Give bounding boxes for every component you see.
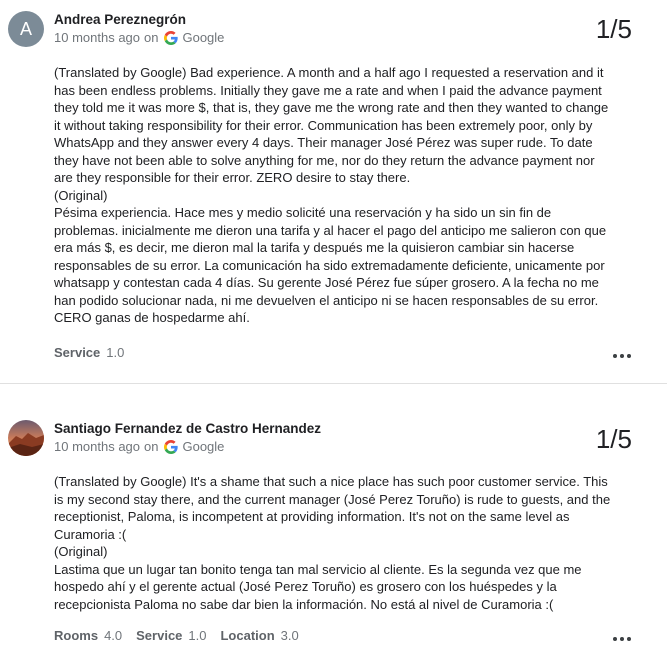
aspect-rooms: Rooms 4.0 xyxy=(54,628,122,643)
on-label: on xyxy=(144,439,159,454)
review-aspects: Rooms 4.0 Service 1.0 Location 3.0 xyxy=(54,628,299,643)
google-g-icon xyxy=(164,30,179,45)
review-rating: 1/5 xyxy=(595,424,632,454)
aspect-service: Service 1.0 xyxy=(136,628,206,643)
review-meta: 10 months ago on Google xyxy=(54,30,224,45)
aspect-label: Service xyxy=(54,345,101,360)
divider xyxy=(0,383,667,384)
review-meta: 10 months ago on Google xyxy=(54,439,224,454)
on-label: on xyxy=(144,30,159,45)
review-text: (Translated by Google) It's a shame that… xyxy=(54,474,611,612)
more-vert-icon[interactable] xyxy=(613,353,631,359)
reviewer-name[interactable]: Santiago Fernandez de Castro Hernandez xyxy=(54,421,321,436)
reviewer-name[interactable]: Andrea Pereznegrón xyxy=(54,12,186,27)
aspect-location: Location 3.0 xyxy=(220,628,298,643)
aspect-value: 1.0 xyxy=(188,628,207,643)
review-source: Google xyxy=(182,439,225,454)
review-text: (Translated by Google) Bad experience. A… xyxy=(54,65,609,325)
avatar[interactable]: A xyxy=(8,11,44,47)
review-rating: 1/5 xyxy=(595,14,632,44)
aspect-value: 4.0 xyxy=(104,628,123,643)
avatar[interactable] xyxy=(8,420,44,456)
more-vert-icon[interactable] xyxy=(613,636,631,642)
avatar-photo xyxy=(8,420,44,456)
review-aspects: Service 1.0 xyxy=(54,345,124,360)
aspect-label: Rooms xyxy=(54,628,99,643)
aspect-value: 3.0 xyxy=(280,628,299,643)
review-source: Google xyxy=(182,30,225,45)
aspect-value: 1.0 xyxy=(106,345,125,360)
aspect-service: Service 1.0 xyxy=(54,345,124,360)
aspect-label: Location xyxy=(220,628,275,643)
review-time: 10 months ago xyxy=(54,439,141,454)
avatar-letter: A xyxy=(19,18,32,39)
google-g-icon xyxy=(164,439,179,454)
aspect-label: Service xyxy=(136,628,183,643)
review-time: 10 months ago xyxy=(54,30,141,45)
